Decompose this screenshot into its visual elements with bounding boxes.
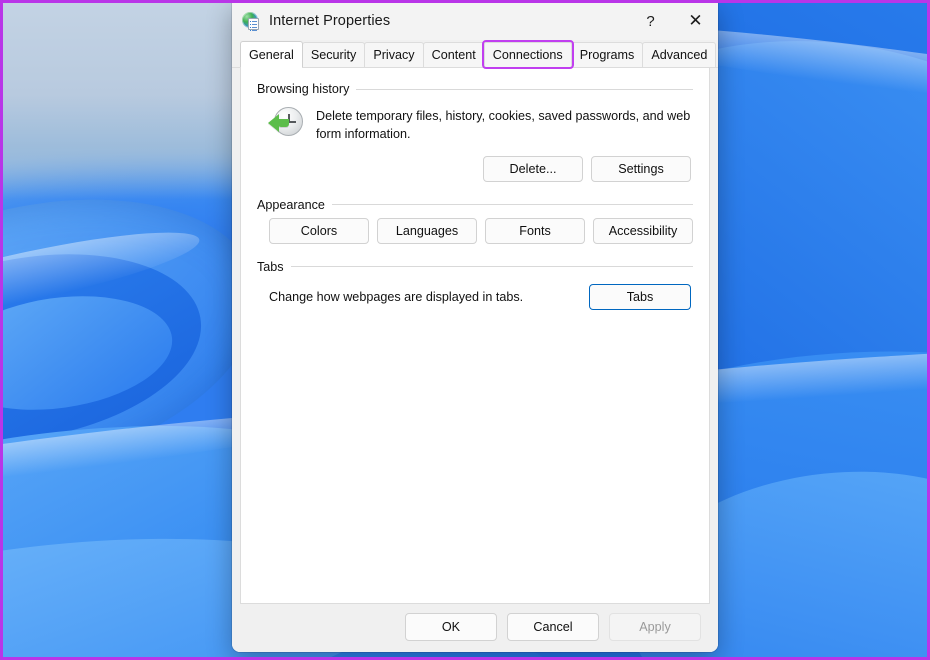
delete-button[interactable]: Delete...: [483, 155, 583, 182]
document-list-icon: [248, 18, 259, 31]
tab-strip: General Security Privacy Content Connect…: [232, 40, 718, 69]
tab-connections[interactable]: Connections: [481, 40, 574, 69]
appearance-label: Appearance: [257, 197, 325, 212]
tabs-group-header: Tabs: [257, 260, 693, 274]
tab-general[interactable]: General: [240, 41, 303, 68]
window-title: Internet Properties: [269, 13, 391, 29]
tab-privacy[interactable]: Privacy: [364, 42, 424, 67]
browsing-history-row: Delete temporary files, history, cookies…: [257, 102, 693, 144]
back-arrow-icon: [268, 114, 289, 132]
tabs-label: Tabs: [257, 259, 284, 274]
colors-button[interactable]: Colors: [269, 217, 369, 244]
browsing-history-label: Browsing history: [257, 82, 350, 96]
internet-properties-icon: [242, 12, 260, 31]
group-divider: [331, 204, 693, 206]
group-divider: [356, 88, 693, 90]
screenshot-root: Internet Properties ? ✕ General Security…: [0, 0, 930, 660]
appearance-group: Appearance Colors Languages Fonts Access…: [257, 198, 693, 244]
appearance-buttons: Colors Languages Fonts Accessibility: [257, 217, 693, 244]
browsing-history-description: Delete temporary files, history, cookies…: [316, 109, 691, 142]
tabs-description: Change how webpages are displayed in tab…: [269, 289, 524, 304]
browsing-history-group-header: Browsing history: [257, 82, 693, 96]
history-clock-icon: [268, 106, 303, 140]
tabs-button[interactable]: Tabs: [589, 283, 691, 310]
settings-button[interactable]: Settings: [591, 155, 691, 182]
languages-button[interactable]: Languages: [377, 217, 477, 244]
fonts-button[interactable]: Fonts: [485, 217, 585, 244]
wallpaper-band: [3, 282, 180, 424]
tabs-row: Change how webpages are displayed in tab…: [257, 283, 693, 310]
ok-button[interactable]: OK: [405, 613, 497, 641]
internet-properties-dialog: Internet Properties ? ✕ General Security…: [232, 3, 718, 652]
general-tab-panel: Browsing history Delete temporary files,…: [240, 68, 710, 604]
tab-security[interactable]: Security: [301, 42, 366, 67]
window-titlebar: Internet Properties ? ✕: [232, 3, 718, 40]
dialog-footer: OK Cancel Apply: [232, 604, 718, 652]
browsing-history-group: Browsing history Delete temporary files,…: [257, 82, 693, 182]
tab-advanced[interactable]: Advanced: [642, 42, 717, 67]
wallpaper-band: [3, 228, 216, 468]
tab-programs[interactable]: Programs: [570, 42, 644, 67]
group-divider: [290, 266, 693, 268]
browsing-history-buttons: Delete... Settings: [257, 155, 693, 182]
close-icon[interactable]: ✕: [673, 3, 718, 40]
tab-content[interactable]: Content: [422, 42, 485, 67]
help-button[interactable]: ?: [628, 3, 673, 40]
tabs-group: Tabs Change how webpages are displayed i…: [257, 260, 693, 310]
appearance-group-header: Appearance: [257, 198, 693, 212]
wallpaper-highlight: [3, 216, 205, 334]
apply-button: Apply: [609, 613, 701, 641]
caption-buttons: ? ✕: [628, 3, 718, 40]
cancel-button[interactable]: Cancel: [507, 613, 599, 641]
accessibility-button[interactable]: Accessibility: [593, 217, 693, 244]
